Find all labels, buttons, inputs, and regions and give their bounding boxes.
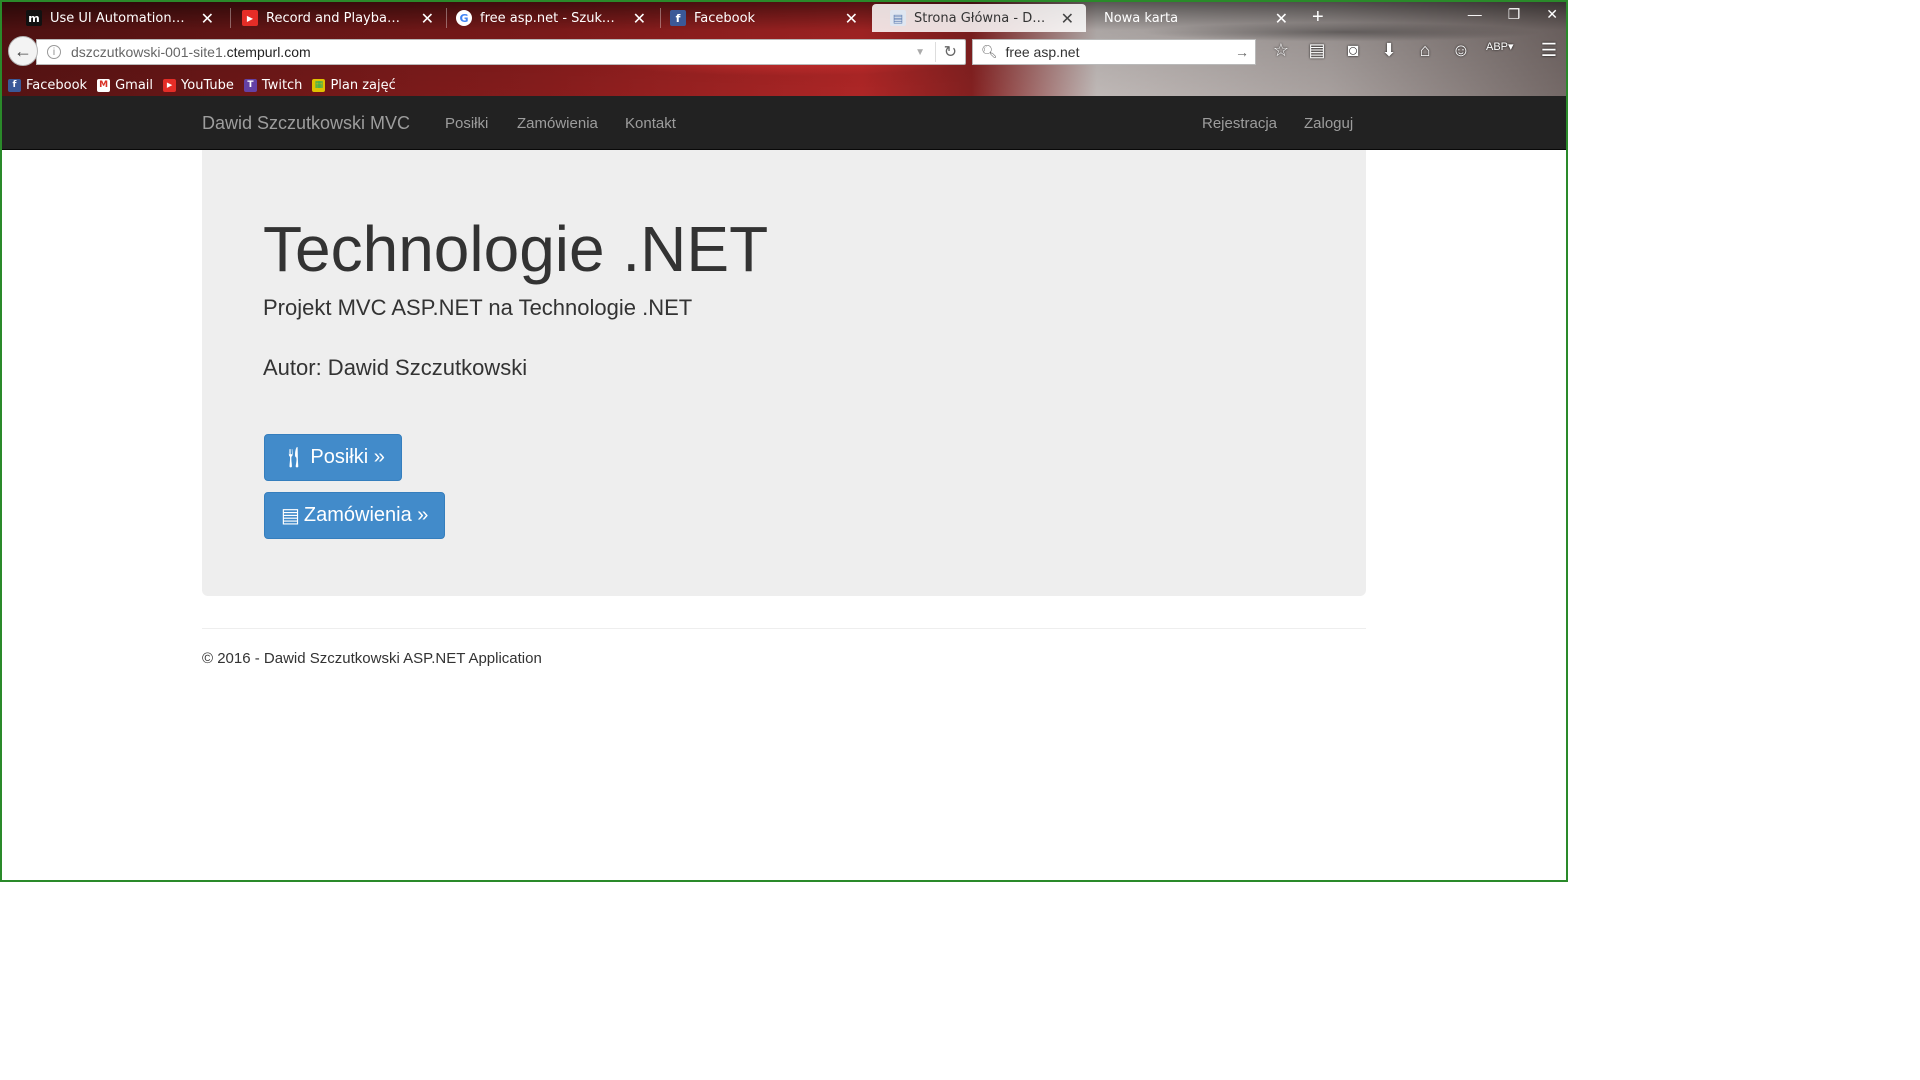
nav-link-kontakt[interactable]: Kontakt: [625, 115, 676, 132]
close-tab-icon[interactable]: ✕: [201, 9, 214, 28]
tab-google-search[interactable]: G free asp.net - Szukaj w Go... ✕: [438, 4, 658, 32]
meals-button-label: Posiłki »: [310, 446, 385, 468]
page-title: Technologie .NET: [263, 213, 769, 285]
bookmark-facebook[interactable]: f Facebook: [8, 74, 87, 96]
orders-button-label: Zamówienia »: [303, 504, 429, 526]
url-bar[interactable]: i dszczutkowski-001-site1. ctempurl.com ▼…: [36, 39, 966, 65]
tab-title: Nowa karta: [1104, 10, 1179, 26]
twitch-icon: T: [243, 78, 257, 92]
author-text: Autor: Dawid Szczutkowski: [263, 355, 528, 380]
medium-favicon-icon: m: [26, 10, 42, 26]
arrow-left-icon: ←: [14, 40, 32, 61]
close-window-icon[interactable]: ✕: [1546, 6, 1558, 23]
download-icon[interactable]: ⬇: [1378, 40, 1400, 61]
close-tab-icon[interactable]: ✕: [633, 9, 646, 28]
new-tab-plus-icon[interactable]: +: [1312, 6, 1324, 29]
bookmark-plan-zajec[interactable]: ▦ Plan zajęć: [312, 74, 396, 96]
tab-ui-automation[interactable]: m Use UI Automation To Tes... ✕: [8, 4, 226, 32]
orders-button[interactable]: ▤ Zamówienia »: [264, 492, 446, 539]
bookmarks-bar: f Facebook M Gmail ▶ YouTube T Twitch ▦ …: [2, 74, 396, 96]
adblock-icon[interactable]: ABP▾: [1486, 40, 1514, 61]
toolbar-icons: ☆ ▤ ◙ ⬇ ⌂ ☺ ABP▾ ☰: [1270, 40, 1560, 61]
tab-title: Strona Główna - Dawid Sz...: [914, 10, 1047, 26]
smiley-icon[interactable]: ☺: [1450, 40, 1472, 61]
menu-hamburger-icon[interactable]: ☰: [1538, 40, 1560, 61]
bookmark-twitch[interactable]: T Twitch: [243, 74, 303, 96]
youtube-favicon-icon: ▶: [242, 10, 258, 26]
tab-title: Record and Playback in C...: [266, 10, 407, 26]
bookmark-gmail[interactable]: M Gmail: [97, 74, 153, 96]
gmail-icon: M: [97, 78, 111, 92]
window-controls: — ❐ ✕: [1468, 6, 1558, 23]
reader-list-icon[interactable]: ▤: [1306, 40, 1328, 61]
facebook-icon: f: [8, 78, 21, 92]
bookmark-label: Gmail: [115, 77, 154, 93]
close-tab-icon[interactable]: ✕: [845, 9, 858, 28]
bookmark-label: Twitch: [261, 77, 303, 93]
reload-icon[interactable]: ↻: [934, 42, 957, 62]
bookmark-label: Plan zajęć: [330, 77, 396, 93]
close-tab-icon[interactable]: ✕: [421, 9, 434, 28]
restore-icon[interactable]: ❐: [1508, 6, 1521, 23]
footer-text: © 2016 - Dawid Szczutkowski ASP.NET Appl…: [202, 650, 542, 667]
home-icon[interactable]: ⌂: [1414, 40, 1436, 61]
bookmark-label: Facebook: [26, 77, 88, 93]
tab-new[interactable]: Nowa karta ✕: [1086, 4, 1300, 32]
search-go-icon[interactable]: →: [1235, 44, 1249, 60]
nav-link-zaloguj[interactable]: Zaloguj: [1304, 115, 1353, 132]
search-bar[interactable]: 🔍︎ free asp.net →: [972, 39, 1256, 65]
tab-bar: m Use UI Automation To Tes... ✕ ▶ Record…: [2, 2, 1566, 32]
nav-link-posilki[interactable]: Posiłki: [445, 115, 488, 132]
jumbotron: Technologie .NET Projekt MVC ASP.NET na …: [202, 150, 1366, 596]
search-icon: 🔍︎: [981, 44, 998, 59]
calendar-icon: ▦: [312, 78, 326, 92]
bookmark-youtube[interactable]: ▶ YouTube: [163, 74, 234, 96]
back-button[interactable]: ←: [8, 36, 38, 66]
minimize-icon[interactable]: —: [1468, 6, 1482, 23]
page-subtitle: Projekt MVC ASP.NET na Technologie .NET: [263, 295, 693, 320]
close-tab-icon[interactable]: ✕: [1061, 9, 1074, 28]
google-favicon-icon: G: [456, 10, 472, 26]
tab-title: Use UI Automation To Tes...: [50, 10, 187, 26]
tab-strona-glowna[interactable]: ▤ Strona Główna - Dawid Sz... ✕: [872, 4, 1086, 32]
cutlery-icon: 🍴︎: [281, 447, 307, 469]
nav-link-rejestracja[interactable]: Rejestracja: [1202, 115, 1277, 132]
footer-divider: [202, 628, 1366, 629]
url-dropdown-icon[interactable]: ▼: [915, 47, 925, 58]
bookmark-label: YouTube: [181, 77, 234, 93]
bookmark-star-icon[interactable]: ☆: [1270, 40, 1292, 61]
url-prefix: dszczutkowski-001-site1.: [71, 44, 227, 60]
site-info-icon[interactable]: i: [47, 45, 61, 59]
close-tab-icon[interactable]: ✕: [1275, 9, 1288, 28]
youtube-icon: ▶: [163, 78, 177, 92]
meals-button[interactable]: 🍴︎ Posiłki »: [264, 434, 402, 481]
tab-facebook[interactable]: f Facebook ✕: [652, 4, 870, 32]
nav-link-zamowienia[interactable]: Zamówienia: [517, 115, 598, 132]
facebook-favicon-icon: f: [670, 10, 686, 26]
page-favicon-icon: ▤: [890, 10, 906, 26]
url-host: ctempurl.com: [226, 44, 311, 60]
tab-title: free asp.net - Szukaj w Go...: [480, 10, 619, 26]
tab-record-playback[interactable]: ▶ Record and Playback in C... ✕: [224, 4, 446, 32]
browser-chrome: m Use UI Automation To Tes... ✕ ▶ Record…: [2, 2, 1566, 96]
search-input[interactable]: free asp.net: [1006, 44, 1080, 60]
site-brand-link[interactable]: Dawid Szczutkowski MVC: [202, 113, 410, 134]
tab-title: Facebook: [694, 10, 756, 26]
navigation-toolbar: i dszczutkowski-001-site1. ctempurl.com ▼…: [2, 34, 1566, 70]
site-navbar: Dawid Szczutkowski MVC Posiłki Zamówieni…: [2, 96, 1566, 150]
pocket-icon[interactable]: ◙: [1342, 40, 1364, 61]
list-icon: ▤: [281, 505, 300, 527]
